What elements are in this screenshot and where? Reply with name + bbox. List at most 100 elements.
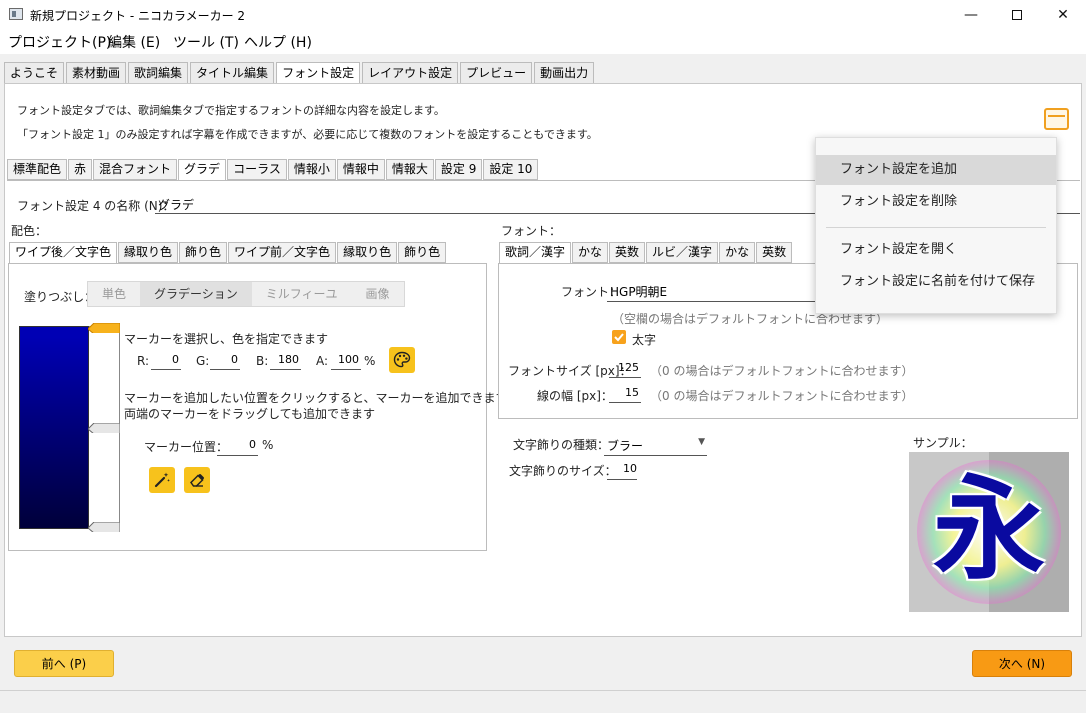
description-line1: フォント設定タブでは、歌詞編集タブで指定するフォントの詳細な内容を設定します。 xyxy=(17,104,445,117)
prev-button[interactable]: 前へ (P) xyxy=(14,650,114,677)
eraser-icon xyxy=(190,474,204,487)
color-tab-before-deco[interactable]: 飾り色 xyxy=(398,242,447,263)
tab-welcome[interactable]: ようこそ xyxy=(4,62,65,84)
marker-bottom-icon[interactable] xyxy=(88,522,120,532)
font-tab-9[interactable]: 設定 9 xyxy=(434,159,483,180)
palette-icon xyxy=(393,351,411,368)
font-tab-2[interactable]: 赤 xyxy=(68,159,93,180)
status-strip xyxy=(0,690,1086,713)
font-tab-ruby-kanji[interactable]: ルビ／漢字 xyxy=(646,242,719,263)
color-tab-after-border[interactable]: 縁取り色 xyxy=(118,242,179,263)
font-tab-4[interactable]: グラデ xyxy=(178,159,227,181)
font-settings-popup-menu: フォント設定を追加 フォント設定を削除 フォント設定を開く フォント設定に名前を… xyxy=(815,137,1057,314)
marker-position-input[interactable]: 0 xyxy=(217,436,258,456)
decoration-size-value: 10 xyxy=(623,462,637,475)
panel-menu-icon[interactable] xyxy=(1044,108,1069,130)
font-tab-ruby-kana[interactable]: かな xyxy=(719,242,756,263)
tab-video-output[interactable]: 動画出力 xyxy=(534,62,595,84)
color-tab-before-text[interactable]: ワイプ前／文字色 xyxy=(228,242,337,263)
fill-mode-image[interactable]: 画像 xyxy=(352,282,404,306)
minimize-icon[interactable]: — xyxy=(948,0,994,30)
chevron-down-icon: ▼ xyxy=(698,437,705,447)
add-marker-button[interactable] xyxy=(149,467,175,493)
marker-position-label: マーカー位置： xyxy=(144,440,229,454)
bold-label: 太字 xyxy=(632,333,657,347)
font-tab-ruby-alnum[interactable]: 英数 xyxy=(756,242,793,263)
sample-preview: 永 xyxy=(909,452,1069,612)
color-tab-after-deco[interactable]: 飾り色 xyxy=(179,242,228,263)
window-title: 新規プロジェクト - ニコカラメーカー 2 xyxy=(30,9,246,23)
sample-glyph: 永 xyxy=(933,464,1045,595)
menu-save-font-setting-as[interactable]: フォント設定に名前を付けて保存 xyxy=(816,267,1056,297)
r-label: R: xyxy=(137,354,150,368)
tab-title-edit[interactable]: タイトル編集 xyxy=(190,62,275,84)
app-icon xyxy=(9,8,23,20)
tab-lyrics-edit[interactable]: 歌詞編集 xyxy=(128,62,189,84)
menu-open-font-setting[interactable]: フォント設定を開く xyxy=(816,235,1056,265)
line-width-input[interactable]: 15 xyxy=(609,383,641,403)
marker-mid-icon[interactable] xyxy=(88,423,120,433)
font-type-tabs: 歌詞／漢字 かな 英数 ルビ／漢字 かな 英数 xyxy=(499,242,793,264)
font-tab-3[interactable]: 混合フォント xyxy=(93,159,178,180)
a-input[interactable]: 100 xyxy=(331,351,361,370)
maximize-icon[interactable] xyxy=(994,0,1040,30)
fill-mode-solid[interactable]: 単色 xyxy=(88,282,140,306)
tab-layout-settings[interactable]: レイアウト設定 xyxy=(362,62,459,84)
font-size-input[interactable]: 125 xyxy=(609,358,641,378)
menu-separator xyxy=(826,227,1046,228)
a-label: A: xyxy=(316,354,329,368)
tab-material-video[interactable]: 素材動画 xyxy=(66,62,127,84)
marker-top-icon[interactable] xyxy=(88,323,120,333)
font-tab-lyrics-alnum[interactable]: 英数 xyxy=(609,242,646,263)
font-tab-10[interactable]: 設定 10 xyxy=(483,159,539,180)
close-icon[interactable]: ✕ xyxy=(1040,0,1086,30)
color-section-label: 配色： xyxy=(11,224,48,238)
menu-help[interactable]: ヘルプ (H) xyxy=(244,32,312,52)
font-tab-6[interactable]: 情報小 xyxy=(287,159,336,180)
menu-project[interactable]: プロジェクト(P) xyxy=(8,32,111,52)
line-width-hint: （0 の場合はデフォルトフォントに合わせます） xyxy=(650,389,914,403)
font-tab-8[interactable]: 情報大 xyxy=(385,159,434,180)
font-input[interactable]: HGP明朝E xyxy=(607,280,837,302)
a-unit: % xyxy=(364,354,376,368)
font-tab-lyrics-kanji[interactable]: 歌詞／漢字 xyxy=(499,242,572,264)
b-label: B: xyxy=(256,354,269,368)
decoration-type-value: ブラー xyxy=(607,439,644,453)
fill-mode-gradient[interactable]: グラデーション xyxy=(140,282,252,306)
fill-label: 塗りつぶし： xyxy=(24,290,97,304)
decoration-size-input[interactable]: 10 xyxy=(607,459,637,480)
color-tab-after-text[interactable]: ワイプ後／文字色 xyxy=(9,242,118,264)
menu-delete-font-setting[interactable]: フォント設定を削除 xyxy=(816,187,1056,217)
color-tab-before-border[interactable]: 縁取り色 xyxy=(337,242,398,263)
g-input[interactable]: 0 xyxy=(210,351,240,370)
font-tab-lyrics-kana[interactable]: かな xyxy=(572,242,609,263)
menu-bar xyxy=(0,30,1086,54)
description-line2: 「フォント設定 1」のみ設定すれば字幕を作成できますが、必要に応じて複数のフォン… xyxy=(17,128,598,141)
fill-mode-selector: 単色 グラデーション ミルフィーユ 画像 xyxy=(87,281,405,307)
add-marker-hint2: 両端のマーカーをドラッグしても追加できます xyxy=(124,407,376,421)
fill-mode-millefeuille[interactable]: ミルフィーユ xyxy=(252,282,352,306)
next-button[interactable]: 次へ (N) xyxy=(972,650,1072,677)
main-tabs: ようこそ 素材動画 歌詞編集 タイトル編集 フォント設定 レイアウト設定 プレビ… xyxy=(4,62,596,85)
delete-marker-button[interactable] xyxy=(184,467,210,493)
palette-button[interactable] xyxy=(389,347,415,373)
sample-label: サンプル： xyxy=(913,436,973,450)
line-width-label: 線の幅 [px]： xyxy=(537,389,613,403)
bold-checkbox[interactable] xyxy=(612,330,626,344)
font-tab-5[interactable]: コーラス xyxy=(227,159,287,180)
tab-preview[interactable]: プレビュー xyxy=(460,62,533,84)
decoration-type-select[interactable]: ブラー ▼ xyxy=(604,432,707,456)
g-label: G: xyxy=(196,354,210,368)
font-tab-1[interactable]: 標準配色 xyxy=(7,159,68,180)
menu-tools[interactable]: ツール (T) xyxy=(173,32,239,52)
font-tab-7[interactable]: 情報中 xyxy=(336,159,385,180)
menu-edit[interactable]: 編集 (E) xyxy=(108,32,160,52)
r-input[interactable]: 0 xyxy=(151,351,181,370)
add-marker-hint1: マーカーを追加したい位置をクリックすると、マーカーを追加できます xyxy=(124,391,508,405)
tab-font-settings[interactable]: フォント設定 xyxy=(276,62,361,85)
color-tabs: ワイプ後／文字色 縁取り色 飾り色 ワイプ前／文字色 縁取り色 飾り色 xyxy=(9,242,447,264)
b-input[interactable]: 180 xyxy=(270,351,301,370)
menu-add-font-setting[interactable]: フォント設定を追加 xyxy=(816,155,1056,185)
checkmark-icon xyxy=(614,333,624,342)
font-tabs: 標準配色 赤 混合フォント グラデ コーラス 情報小 情報中 情報大 設定 9 … xyxy=(7,159,539,181)
